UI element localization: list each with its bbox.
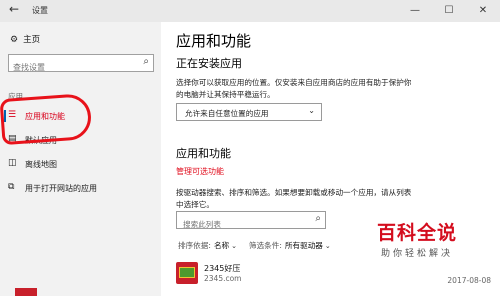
maximize-button[interactable]: ☐ [432, 0, 466, 22]
sidebar: ⚙主页 ⌕ 应用 ☰ 应用和功能 ▤ 默认应用 ◫ 离线地图 ⧉ 用于打开网站的… [0, 22, 161, 296]
window-title: 设置 [32, 6, 48, 15]
minimize-button[interactable]: — [398, 0, 432, 22]
apps-description: 按驱动器搜索、排序和筛选。如果想要卸载或移动一个应用，请从列表中选择它。 [176, 188, 412, 209]
close-button[interactable]: ✕ [466, 0, 500, 22]
sort-filter-row: 排序依据: 名称 ⌄ 筛选条件: 所有驱动器 ⌄ [178, 240, 331, 251]
sidebar-home[interactable]: ⚙ 主页 [10, 33, 40, 45]
sidebar-item-web-apps[interactable]: ⧉ 用于打开网站的应用 [0, 178, 161, 198]
sidebar-item-label: 用于打开网站的应用 [25, 184, 97, 193]
gear-icon: ⚙ [10, 35, 19, 45]
settings-search-input[interactable] [9, 59, 131, 76]
page-title: 应用和功能 [176, 32, 252, 50]
watermark-sub: 助你轻松解决 [380, 249, 453, 259]
title-bar: ← 设置 — ☐ ✕ [0, 0, 500, 22]
back-arrow-icon[interactable]: ← [9, 2, 19, 16]
filter-label: 筛选条件: [249, 241, 282, 250]
app-icon-partial [15, 288, 37, 296]
app-name: 2345好压 [204, 264, 241, 273]
web-apps-icon: ⧉ [8, 182, 15, 192]
manage-optional-features-link[interactable]: 管理可选功能 [176, 166, 224, 177]
install-source-dropdown[interactable]: 允许来自任意位置的应用 ⌄ [176, 103, 322, 121]
app-icon [176, 262, 198, 284]
watermark: 百科全说 助你轻松解决 [362, 218, 472, 259]
install-description: 选择你可以获取应用的位置。仅安装来自应用商店的应用有助于保护你的电脑并让其保持平… [176, 78, 412, 99]
window-controls: — ☐ ✕ [398, 0, 500, 22]
search-icon[interactable]: ⌕ [315, 213, 321, 224]
app-list-search-box[interactable]: ⌕ [176, 211, 326, 233]
app-list-item[interactable]: 2345好压 2345.com 2017-08-08 [176, 260, 491, 288]
sidebar-item-label: 离线地图 [25, 160, 57, 169]
apps-heading: 应用和功能 [176, 147, 231, 160]
chevron-down-icon: ⌄ [308, 106, 315, 115]
app-list-search-input[interactable] [177, 216, 303, 233]
chevron-down-icon: ⌄ [324, 242, 331, 250]
install-heading: 正在安装应用 [176, 57, 242, 70]
search-icon[interactable]: ⌕ [143, 56, 149, 67]
red-annotation-circle [0, 92, 93, 146]
map-icon: ◫ [8, 158, 17, 168]
sidebar-item-offline-maps[interactable]: ◫ 离线地图 [0, 154, 161, 174]
filter-dropdown[interactable]: 所有驱动器 [285, 241, 323, 250]
watermark-main: 百科全说 [376, 222, 457, 244]
dropdown-value: 允许来自任意位置的应用 [185, 109, 269, 118]
sort-dropdown[interactable]: 名称 [214, 241, 229, 250]
settings-search-box[interactable]: ⌕ [8, 54, 154, 76]
app-publisher: 2345.com [204, 274, 242, 283]
chevron-down-icon: ⌄ [231, 242, 237, 250]
sort-label: 排序依据: [178, 241, 211, 250]
app-install-date: 2017-08-08 [447, 276, 491, 285]
home-label: 主页 [23, 35, 41, 45]
